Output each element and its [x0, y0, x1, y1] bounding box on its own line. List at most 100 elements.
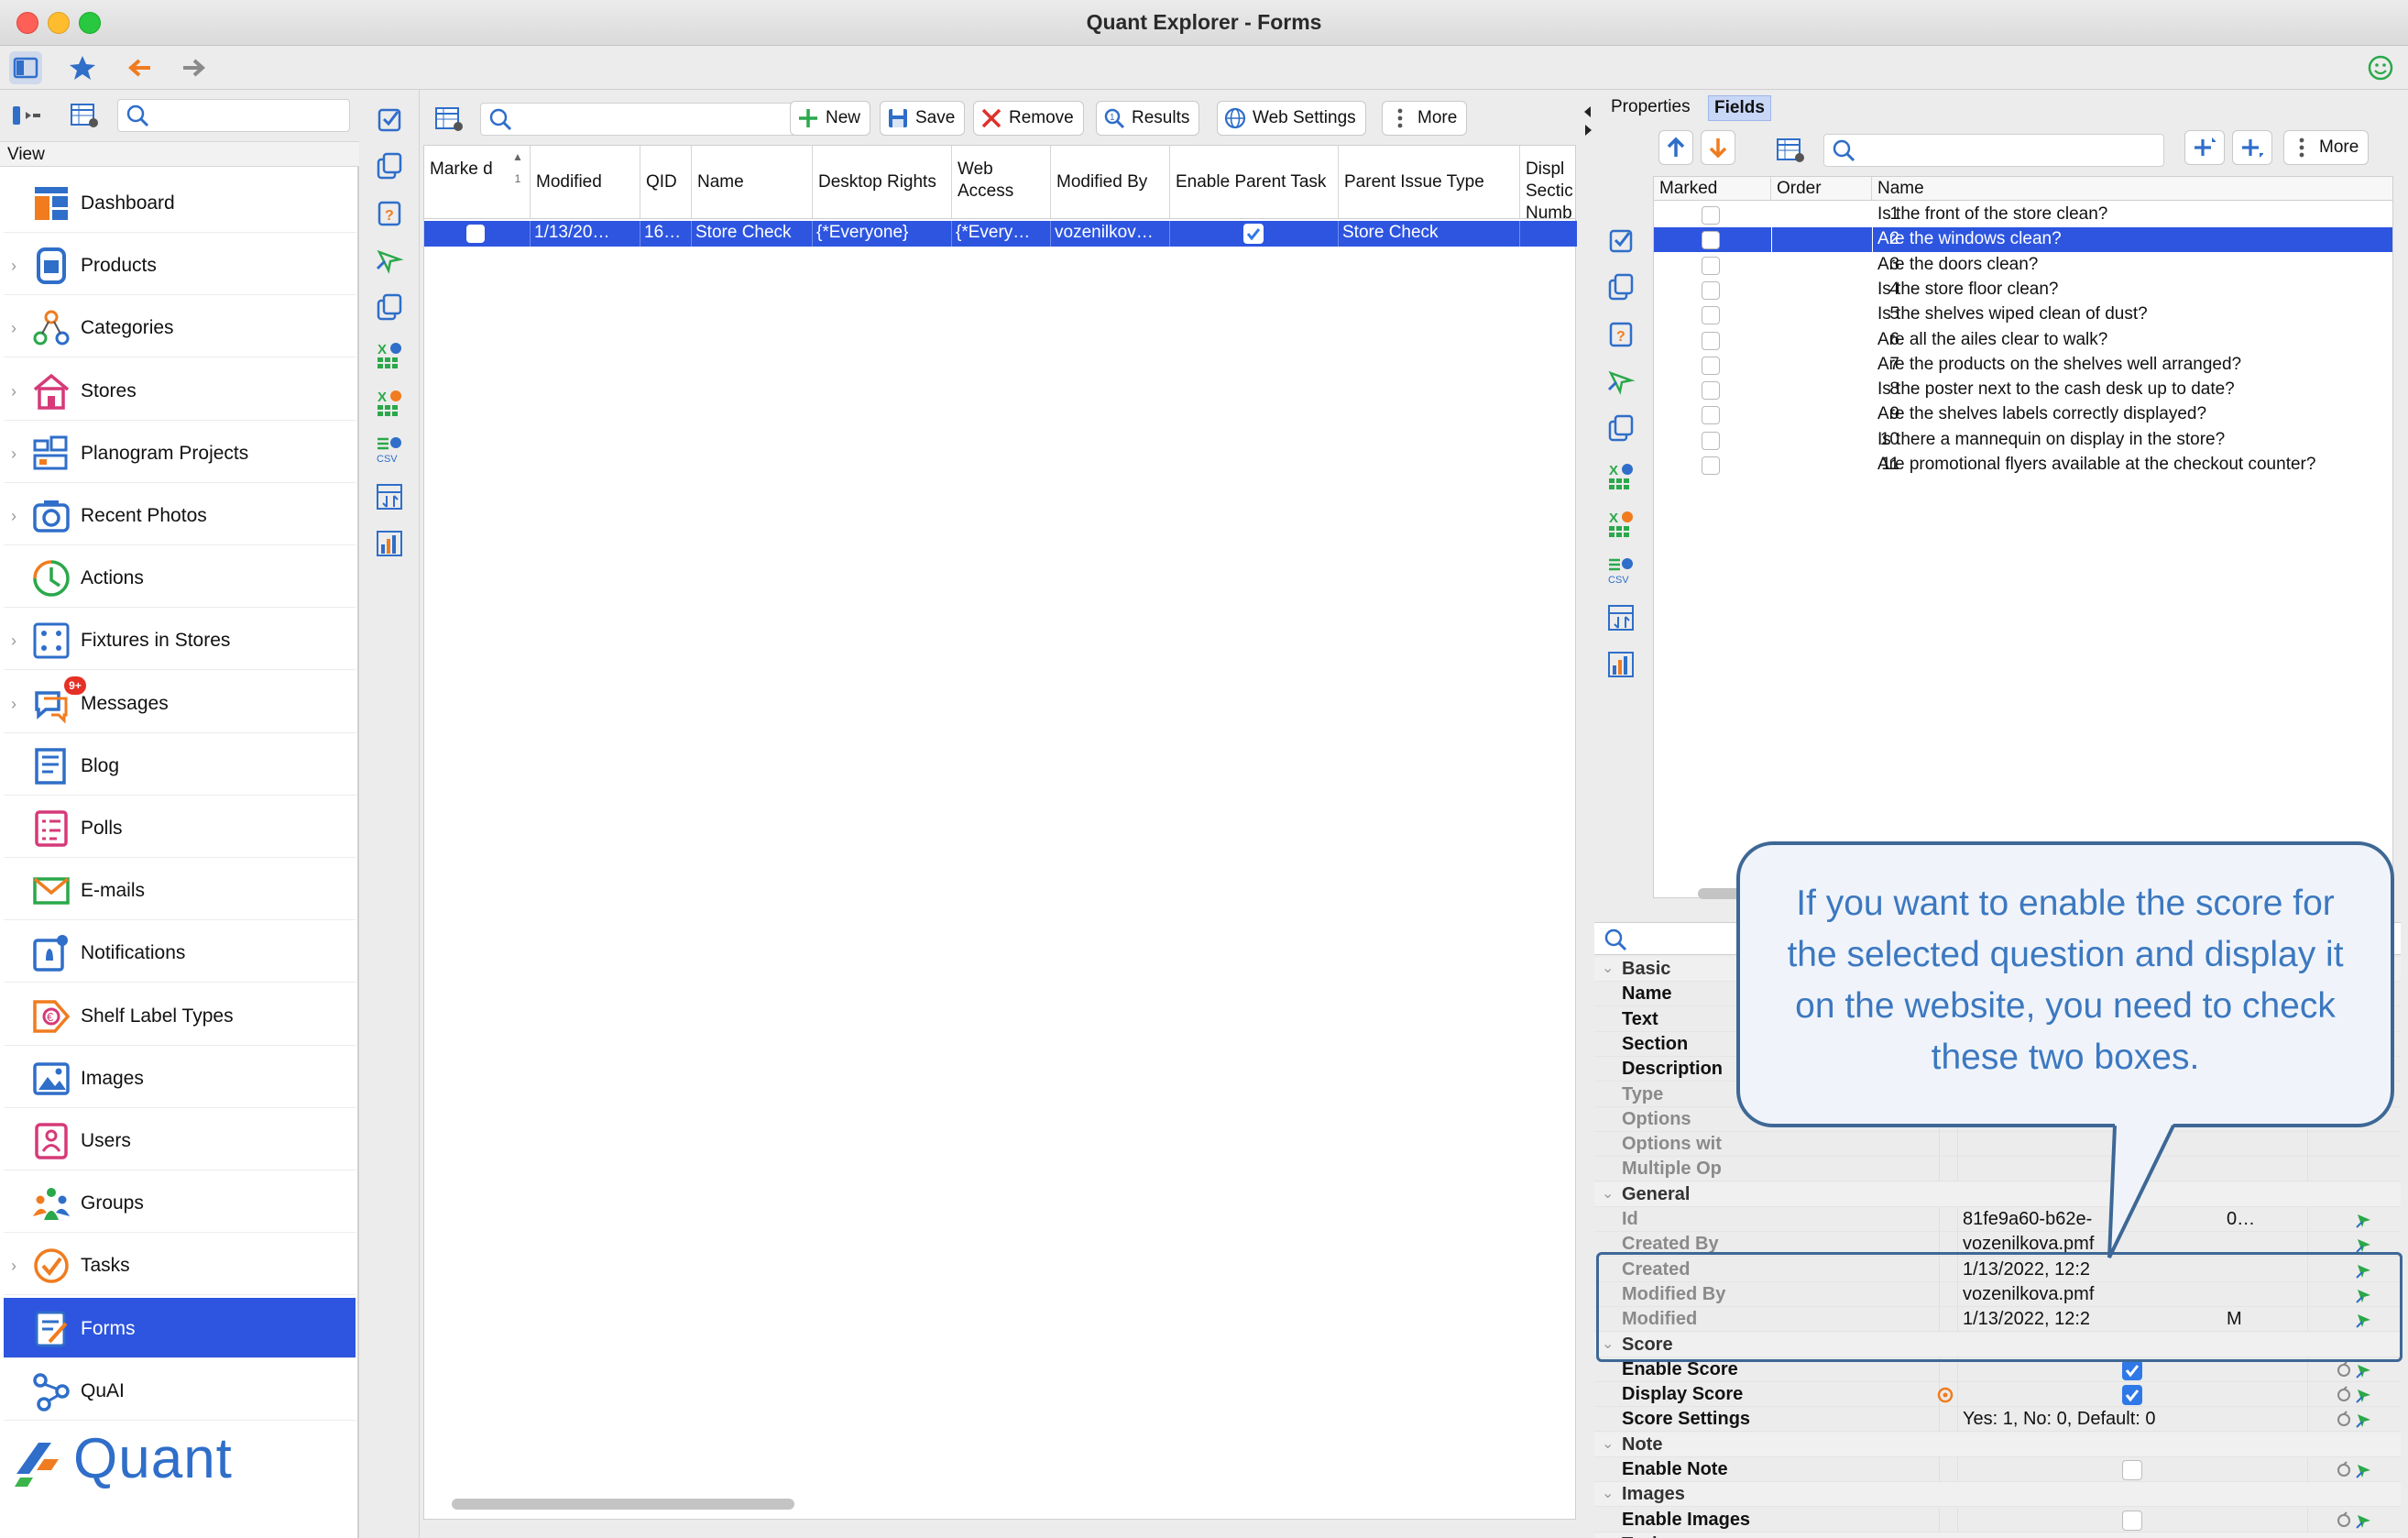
clipboard-button[interactable]	[1605, 412, 1636, 444]
table-row[interactable]: 7 Are the products on the shelves well ar…	[1654, 353, 2392, 378]
navigation-search-input[interactable]	[117, 99, 350, 132]
chevron-down-icon[interactable]: ⌄	[1602, 1184, 1614, 1203]
table-row[interactable]: 5 Is the shelves wiped clean of dust?	[1654, 302, 2392, 327]
marked-checkbox[interactable]	[1702, 280, 1720, 300]
table-row[interactable]: 2 Are the windows clean?	[1654, 227, 2392, 253]
column-header-parent-issue-type[interactable]: Parent Issue Type	[1339, 146, 1520, 219]
chart-button[interactable]	[374, 528, 405, 559]
splitter-arrows-icon[interactable]	[1582, 103, 1594, 139]
property-value[interactable]: 81fe9a60-b62e-	[1963, 1209, 2092, 1230]
chart-button[interactable]	[1605, 649, 1636, 680]
csv-export-button[interactable]: CSV	[374, 434, 405, 465]
excel-import-button[interactable]: X	[1605, 508, 1636, 539]
enable-score-checkbox[interactable]	[2122, 1359, 2142, 1380]
horizontal-scrollbar[interactable]	[452, 1499, 794, 1510]
marked-checkbox[interactable]	[466, 225, 485, 243]
property-group-images[interactable]: ⌄ Images	[1594, 1482, 2401, 1508]
sidebar-item-users[interactable]: Users	[4, 1110, 356, 1170]
tab-properties[interactable]: Properties	[1605, 95, 1696, 121]
marked-checkbox[interactable]	[1702, 331, 1720, 350]
column-header-order[interactable]: Order	[1771, 177, 1872, 201]
pin-icon[interactable]	[2355, 1511, 2373, 1530]
sidebar-item-messages[interactable]: › Messages 9+	[4, 673, 356, 733]
table-row[interactable]: 1 Is the front of the store clean?	[1654, 203, 2392, 227]
marked-checkbox[interactable]	[1702, 456, 1720, 475]
excel-import-button[interactable]: X	[374, 387, 405, 418]
sidebar-item-quai[interactable]: QuAI	[4, 1360, 356, 1421]
chevron-down-icon[interactable]: ⌄	[1602, 1534, 1614, 1538]
sidebar-item-categories[interactable]: › Categories	[4, 297, 356, 358]
sidebar-item-polls[interactable]: Polls	[4, 797, 356, 858]
chevron-right-icon[interactable]: ›	[11, 1257, 24, 1275]
table-row[interactable]: 6 Are all the ailes clear to walk?	[1654, 328, 2392, 353]
table-row[interactable]: 1/13/20… 16… Store Check {*Everyone} {*E…	[424, 221, 1577, 247]
reset-icon[interactable]	[2335, 1411, 2353, 1429]
fields-search-input[interactable]	[1823, 134, 2164, 167]
chevron-right-icon[interactable]: ›	[11, 695, 24, 713]
property-group-note[interactable]: ⌄ Note	[1594, 1432, 2401, 1457]
sidebar-toggle-button[interactable]	[9, 51, 42, 84]
sidebar-item-e-mails[interactable]: E-mails	[4, 860, 356, 921]
clipboard-button[interactable]	[374, 291, 405, 323]
back-button[interactable]	[123, 51, 156, 84]
favorites-button[interactable]	[66, 51, 99, 84]
add-field-button[interactable]	[2232, 130, 2272, 165]
marked-checkbox[interactable]	[1702, 306, 1720, 325]
column-header-desktop-rights[interactable]: Desktop Rights	[813, 146, 952, 219]
pin-icon[interactable]	[2355, 1411, 2373, 1429]
pin-icon[interactable]	[2355, 1461, 2373, 1479]
report-layout-button[interactable]	[1605, 602, 1636, 633]
chevron-right-icon[interactable]: ›	[11, 445, 24, 463]
copy-button[interactable]	[374, 150, 405, 181]
reset-icon[interactable]	[2335, 1361, 2353, 1379]
forward-button[interactable]	[178, 51, 211, 84]
display-score-checkbox[interactable]	[2122, 1385, 2142, 1406]
csv-export-button[interactable]: CSV	[1605, 555, 1636, 586]
view-settings-button[interactable]	[68, 99, 101, 132]
new-button[interactable]: New	[790, 101, 871, 136]
chevron-right-icon[interactable]: ›	[11, 319, 24, 337]
table-row[interactable]: 4 Is the store floor clean?	[1654, 278, 2392, 302]
marked-checkbox[interactable]	[1702, 206, 1720, 225]
column-header-web-access[interactable]: Web Access	[952, 146, 1051, 219]
table-row[interactable]: 3 Are the doors clean?	[1654, 253, 2392, 278]
column-header-name[interactable]: Name	[692, 146, 813, 219]
report-layout-button[interactable]	[374, 481, 405, 512]
marked-checkbox[interactable]	[1702, 431, 1720, 450]
column-header-modified[interactable]: Modified	[531, 146, 640, 219]
remove-button[interactable]: Remove	[973, 101, 1084, 136]
chevron-down-icon[interactable]: ⌄	[1602, 1484, 1614, 1502]
column-header-display-section-number[interactable]: Displ Sectic Numb	[1520, 146, 1575, 219]
sidebar-item-notifications[interactable]: Notifications	[4, 922, 356, 983]
enable-parent-task-cell[interactable]	[1170, 221, 1339, 247]
import-button[interactable]	[1605, 366, 1636, 397]
chevron-right-icon[interactable]: ›	[11, 382, 24, 401]
sidebar-item-products[interactable]: › Products	[4, 235, 356, 296]
copy-button[interactable]	[1605, 271, 1636, 302]
column-settings-button[interactable]	[432, 103, 465, 136]
marked-checkbox[interactable]	[1702, 256, 1720, 275]
web-settings-button[interactable]: Web Settings	[1217, 101, 1366, 136]
reset-icon[interactable]	[2335, 1386, 2353, 1404]
feedback-button[interactable]	[2364, 51, 2397, 84]
table-row[interactable]: 10 Is there a mannequin on display in the…	[1654, 428, 2392, 453]
warning-reset-icon[interactable]	[1935, 1385, 1955, 1405]
results-button[interactable]: 1 Results	[1096, 101, 1200, 136]
sidebar-item-shelf-label-types[interactable]: € Shelf Label Types	[4, 985, 356, 1046]
column-header-modified-by[interactable]: Modified By	[1051, 146, 1170, 219]
property-group-general[interactable]: ⌄ General	[1594, 1181, 2401, 1207]
forms-search-input[interactable]	[480, 103, 828, 136]
sidebar-item-blog[interactable]: Blog	[4, 735, 356, 796]
property-group-tasks[interactable]: ⌄ Tasks	[1594, 1532, 2401, 1538]
sidebar-item-actions[interactable]: Actions	[4, 547, 356, 609]
sidebar-item-fixtures-in-stores[interactable]: › Fixtures in Stores	[4, 610, 356, 671]
add-field-above-button[interactable]	[2184, 130, 2225, 165]
import-button[interactable]	[374, 245, 405, 276]
property-value[interactable]: Yes: 1, No: 0, Default: 0	[1963, 1409, 2156, 1430]
sidebar-item-planogram-projects[interactable]: › Planogram Projects	[4, 423, 356, 483]
sidebar-item-stores[interactable]: › Stores	[4, 360, 356, 421]
select-all-button[interactable]	[374, 103, 405, 134]
move-down-button[interactable]	[1701, 130, 1735, 165]
marked-checkbox[interactable]	[1702, 356, 1720, 375]
pin-icon[interactable]	[2355, 1361, 2373, 1379]
